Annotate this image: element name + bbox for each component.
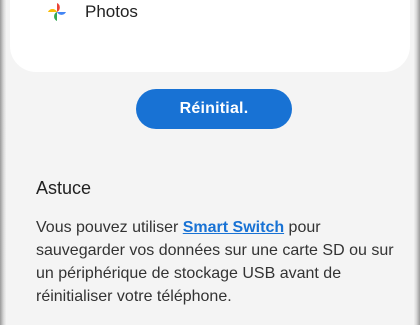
app-list-item-photos[interactable]: Photos — [46, 0, 138, 24]
phone-frame-right-edge — [414, 0, 420, 325]
app-name-label: Photos — [85, 2, 138, 21]
app-list-card: Photos — [10, 0, 410, 72]
smart-switch-link[interactable]: Smart Switch — [183, 219, 284, 236]
phone-frame-left-edge — [0, 0, 6, 325]
tip-text-before: Vous pouvez utiliser — [36, 219, 183, 236]
reset-button[interactable]: Réinitial. — [136, 89, 292, 129]
phone-screen: Photos Réinitial. Astuce Vous pouvez uti… — [0, 0, 420, 325]
tip-heading: Astuce — [36, 178, 92, 198]
tip-paragraph: Vous pouvez utiliser Smart Switch pour s… — [36, 216, 396, 308]
google-photos-icon — [46, 1, 68, 23]
